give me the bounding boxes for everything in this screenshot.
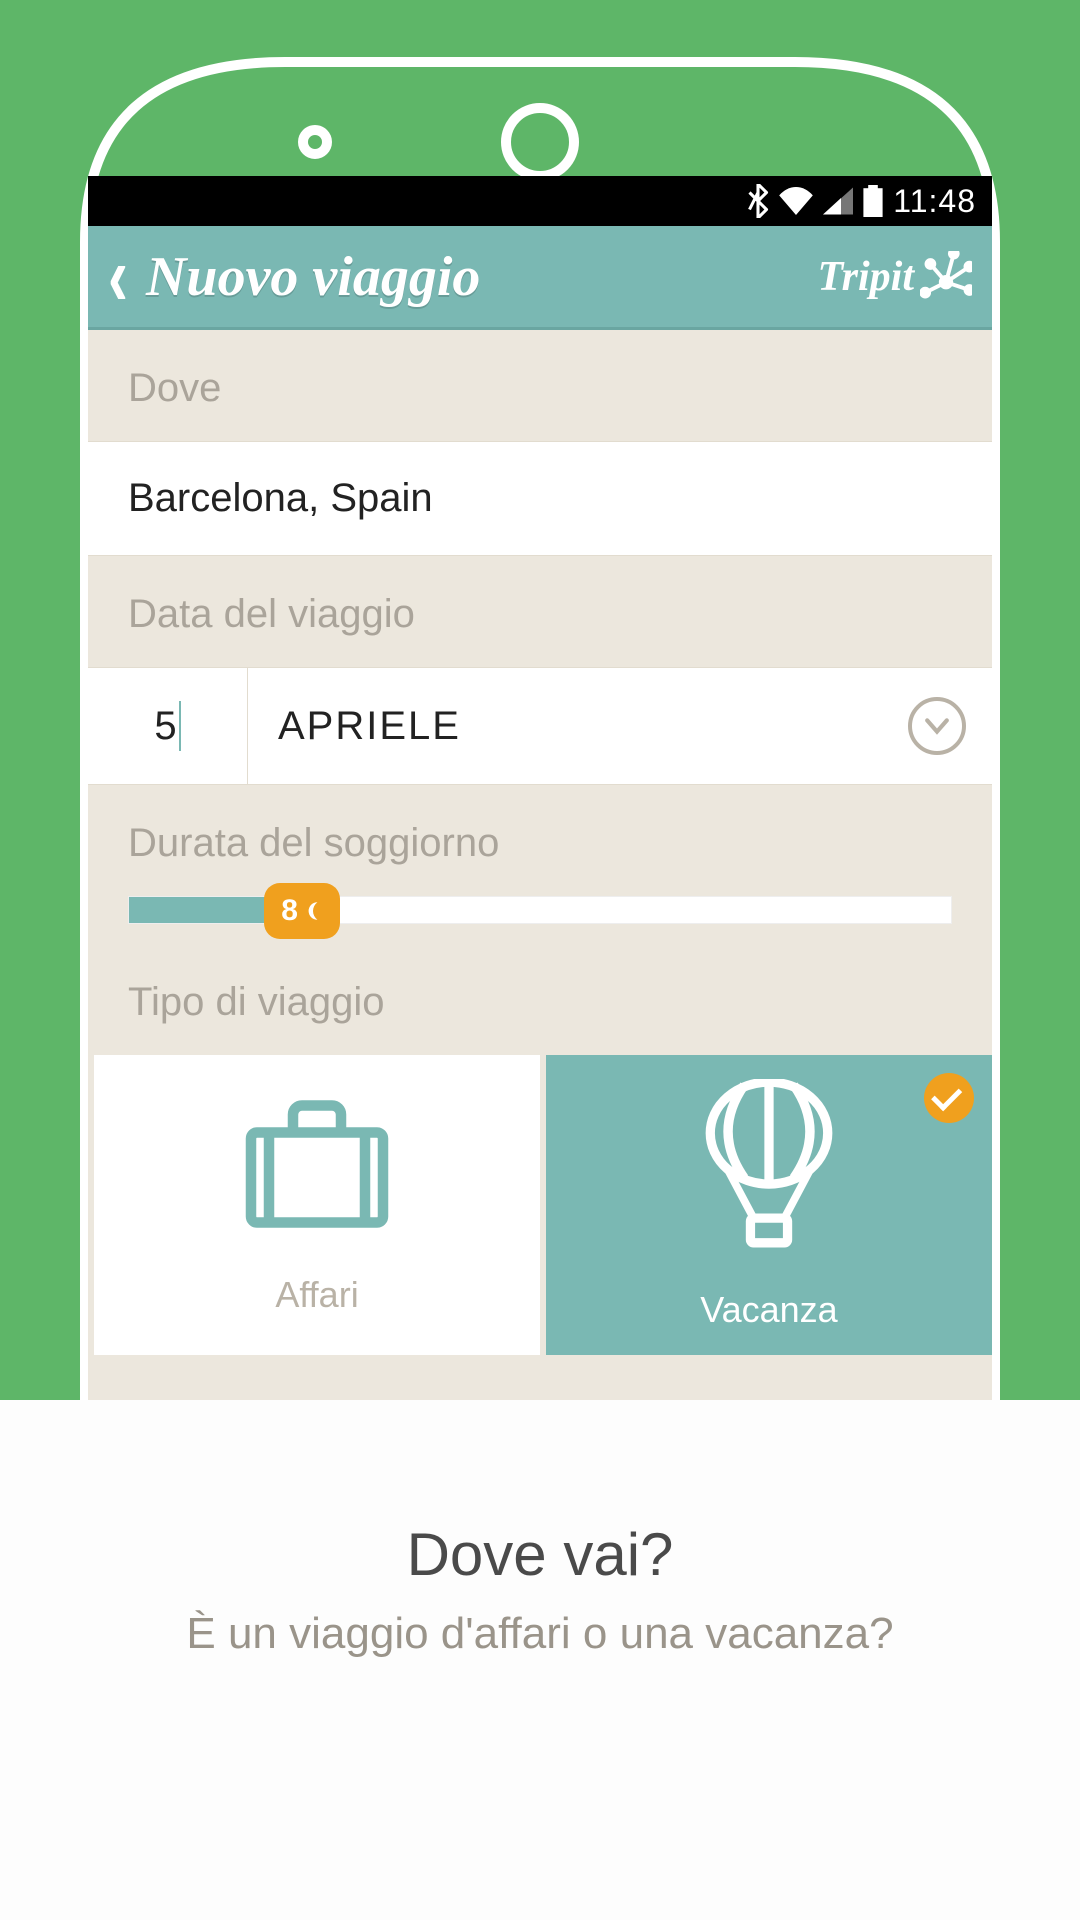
date-label: Data del viaggio [88, 556, 992, 667]
date-expand-button[interactable] [882, 697, 992, 755]
trip-type-leisure-label: Vacanza [700, 1289, 837, 1331]
balloon-icon [699, 1079, 839, 1249]
destination-field[interactable]: Barcelona, Spain [88, 441, 992, 556]
duration-slider[interactable]: 8 [88, 896, 992, 954]
date-day-input[interactable]: 5 [88, 668, 248, 784]
text-cursor [179, 701, 181, 751]
trip-type-tiles: Affari Vacanza [88, 1055, 992, 1355]
caption-title: Dove vai? [407, 1520, 674, 1589]
brand-logo-icon [920, 251, 972, 303]
bluetooth-icon [747, 184, 769, 218]
trip-type-label: Tipo di viaggio [88, 954, 992, 1055]
selected-check-icon [924, 1073, 974, 1123]
slider-thumb[interactable]: 8 [264, 883, 340, 939]
slider-track: 8 [128, 896, 952, 924]
page-title: Nuovo viaggio [146, 245, 480, 309]
where-label: Dove [88, 330, 992, 441]
duration-label: Durata del soggiorno [88, 785, 992, 896]
date-day-value: 5 [154, 704, 176, 749]
back-icon[interactable]: ‹ [108, 235, 128, 319]
moon-icon [302, 900, 324, 922]
briefcase-icon [242, 1094, 392, 1234]
cell-signal-icon [823, 187, 853, 215]
app-header: ‹ Nuovo viaggio Tripit [88, 226, 992, 330]
battery-icon [863, 185, 883, 217]
chevron-down-icon [908, 697, 966, 755]
duration-value: 8 [281, 894, 298, 928]
date-row: 5 APRIELE [88, 667, 992, 785]
brand-text: Tripit [818, 253, 914, 301]
trip-type-leisure[interactable]: Vacanza [546, 1055, 992, 1355]
brand: Tripit [818, 251, 972, 303]
destination-value: Barcelona, Spain [128, 476, 952, 521]
caption-overlay: Dove vai? È un viaggio d'affari o una va… [0, 1400, 1080, 1920]
trip-type-business-label: Affari [275, 1274, 358, 1316]
status-bar: 11:48 [88, 176, 992, 226]
date-month-value[interactable]: APRIELE [248, 704, 882, 749]
trip-type-business[interactable]: Affari [94, 1055, 540, 1355]
clock: 11:48 [893, 183, 976, 220]
caption-subtitle: È un viaggio d'affari o una vacanza? [186, 1609, 893, 1659]
wifi-icon [779, 187, 813, 215]
